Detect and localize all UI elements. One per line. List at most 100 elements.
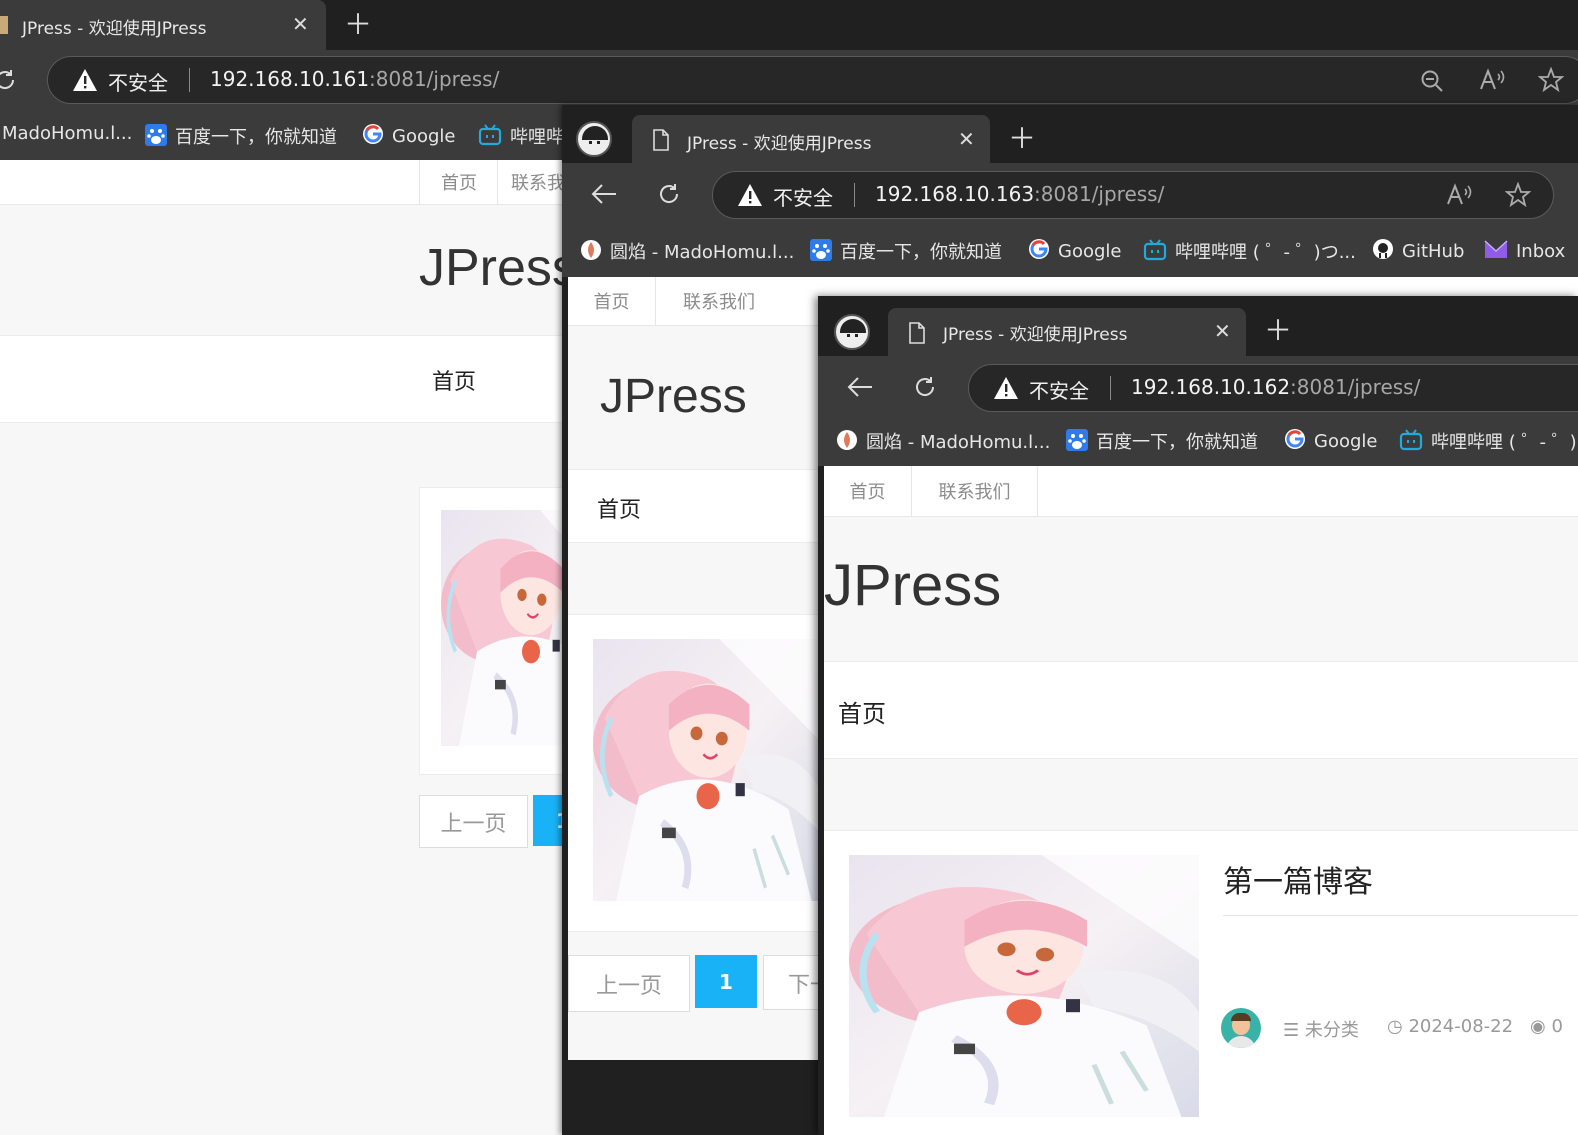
address-bar[interactable]: 不安全 192.168.10.161:8081/jpress/ xyxy=(47,56,1578,104)
back-icon[interactable] xyxy=(590,182,618,206)
bookmark-item[interactable]: 哔哩哔哩 ( ゜- ゜) xyxy=(1399,428,1577,454)
nav-home[interactable]: 首页 xyxy=(432,364,476,396)
reload-icon[interactable] xyxy=(0,67,18,93)
pager-prev-label: 上一页 xyxy=(595,973,662,999)
bookmark-item[interactable]: 圆焰 - MadoHomu.l... xyxy=(580,238,794,264)
address-bar[interactable]: 不安全 192.168.10.162:8081/jpress/ xyxy=(968,364,1578,412)
site-brand[interactable]: JPress xyxy=(419,238,578,298)
bookmark-item[interactable]: Inbox xyxy=(1484,238,1565,262)
warning-icon xyxy=(73,69,97,91)
topnav-home[interactable]: 首页 xyxy=(568,277,655,325)
bilibili-icon xyxy=(1399,429,1423,451)
tab-strip: JPress - 欢迎使用JPress ✕ ＋ xyxy=(562,105,1578,163)
bookmark-item[interactable]: 哔哩哔哩 ( ゜- ゜)つ... xyxy=(1143,238,1356,264)
bookmark-label: Google xyxy=(392,126,456,147)
warning-icon xyxy=(738,184,762,206)
pager-current-label: 1 xyxy=(719,969,733,994)
favorite-star-icon[interactable] xyxy=(1538,67,1564,93)
read-aloud-icon[interactable] xyxy=(1445,183,1473,207)
url-path: :8081/jpress/ xyxy=(1034,182,1165,206)
clock-icon: ◷ xyxy=(1387,1016,1403,1037)
page-content: 首页 联系我们 JPress 首页 第一篇博客 ☰ 未分类 ◷ 2024-08-… xyxy=(824,466,1578,1135)
pager-prev[interactable]: 上一页 xyxy=(419,795,528,848)
bookmark-label: 哔哩哔 xyxy=(510,127,564,148)
topnav-home[interactable]: 首页 xyxy=(419,160,498,204)
bookmark-item[interactable]: Google xyxy=(1284,428,1377,452)
bookmark-label: 哔哩哔哩 ( ゜- ゜) xyxy=(1431,432,1577,453)
bookmark-label: 百度一下，你就知道 xyxy=(840,242,1002,263)
bookmark-item[interactable]: Google xyxy=(362,123,455,147)
nav-home[interactable]: 首页 xyxy=(838,694,886,729)
bookmark-item[interactable]: 百度一下，你就知道 xyxy=(810,238,1002,264)
category-icon: ☰ xyxy=(1283,1020,1300,1041)
topnav-contact-label: 联系我 xyxy=(511,173,565,194)
site-brand[interactable]: JPress xyxy=(824,552,1001,619)
pager-current[interactable]: 1 xyxy=(695,955,757,1008)
bookmark-item[interactable]: 圆焰 - MadoHomu.l... xyxy=(836,428,1050,454)
main-nav: 首页 xyxy=(824,661,1578,759)
reload-icon[interactable] xyxy=(656,181,682,207)
new-tab-icon[interactable]: ＋ xyxy=(1008,125,1036,153)
url-host: 192.168.10.161 xyxy=(210,67,370,91)
new-tab-icon[interactable]: ＋ xyxy=(1264,317,1292,345)
address-bar[interactable]: 不安全 192.168.10.163:8081/jpress/ xyxy=(712,171,1554,219)
back-icon[interactable] xyxy=(846,375,874,399)
author-avatar[interactable] xyxy=(1221,1008,1261,1048)
new-tab-icon[interactable]: ＋ xyxy=(344,11,372,39)
bookmark-item[interactable]: 哔哩哔 xyxy=(478,123,564,149)
close-tab-icon[interactable]: ✕ xyxy=(958,127,975,151)
topnav-home-label: 首页 xyxy=(849,482,886,503)
topnav-home[interactable]: 首页 xyxy=(824,466,911,516)
post-card[interactable]: 第一篇博客 ☰ 未分类 ◷ 2024-08-22 ◉ 0 xyxy=(824,830,1578,1135)
url-separator xyxy=(189,68,190,92)
close-tab-icon[interactable]: ✕ xyxy=(292,12,309,36)
post-card[interactable] xyxy=(568,614,829,932)
topnav-contact[interactable]: 联系我们 xyxy=(655,277,782,325)
browser-tab[interactable]: JPress - 欢迎使用JPress ✕ xyxy=(888,308,1246,356)
tab-title: JPress - 欢迎使用JPress xyxy=(943,325,1128,345)
reload-icon[interactable] xyxy=(912,374,938,400)
profile-avatar[interactable] xyxy=(576,121,612,157)
pager-prev-label: 上一页 xyxy=(440,811,507,837)
topnav-home-label: 首页 xyxy=(593,292,630,313)
pager-prev[interactable]: 上一页 xyxy=(568,955,690,1012)
bookmark-label: 百度一下，你就知道 xyxy=(175,127,337,148)
site-brand[interactable]: JPress xyxy=(600,369,747,424)
nav-home[interactable]: 首页 xyxy=(597,492,641,524)
baidu-icon xyxy=(145,124,167,146)
bookmark-item[interactable]: MadoHomu.l... xyxy=(2,123,132,144)
favicon-icon xyxy=(0,16,8,34)
eye-icon: ◉ xyxy=(1530,1016,1546,1037)
tab-strip: JPress - 欢迎使用JPress ✕ ＋ xyxy=(818,296,1578,356)
url-path: :8081/jpress/ xyxy=(369,67,500,91)
url-text[interactable]: 192.168.10.163:8081/jpress/ xyxy=(875,182,1164,206)
close-tab-icon[interactable]: ✕ xyxy=(1214,319,1231,343)
warning-icon xyxy=(994,377,1018,399)
toolbar: 不安全 192.168.10.163:8081/jpress/ xyxy=(562,163,1578,225)
bookmark-label: Google xyxy=(1058,241,1122,262)
url-text[interactable]: 192.168.10.162:8081/jpress/ xyxy=(1131,375,1420,399)
bookmark-label: 圆焰 - MadoHomu.l... xyxy=(866,432,1051,453)
top-nav: 首页 联系我们 xyxy=(824,466,1578,517)
bookmark-label: 圆焰 - MadoHomu.l... xyxy=(610,242,795,263)
bookmark-item[interactable]: GitHub xyxy=(1372,238,1464,262)
url-text[interactable]: 192.168.10.161:8081/jpress/ xyxy=(210,67,499,91)
bookmark-item[interactable]: Google xyxy=(1028,238,1121,262)
browser-tab[interactable]: JPress - 欢迎使用JPress ✕ xyxy=(632,115,990,163)
post-date-label: 2024-08-22 xyxy=(1408,1016,1514,1037)
read-aloud-icon[interactable] xyxy=(1478,68,1506,92)
bookmark-item[interactable]: 百度一下，你就知道 xyxy=(1066,428,1258,454)
bookmark-label: 哔哩哔哩 ( ゜- ゜)つ... xyxy=(1175,242,1356,263)
post-category-label: 未分类 xyxy=(1304,1020,1359,1041)
browser-tab[interactable]: JPress - 欢迎使用JPress ✕ xyxy=(0,0,326,50)
bookmarks-bar: 圆焰 - MadoHomu.l... 百度一下，你就知道 Google 哔哩哔哩… xyxy=(562,225,1578,277)
bookmark-item[interactable]: 百度一下，你就知道 xyxy=(145,123,337,149)
topnav-contact[interactable]: 联系我们 xyxy=(911,466,1038,516)
post-thumbnail[interactable] xyxy=(849,855,1199,1117)
post-title[interactable]: 第一篇博客 xyxy=(1223,857,1373,901)
favorite-star-icon[interactable] xyxy=(1505,182,1531,208)
profile-avatar[interactable] xyxy=(834,314,870,350)
post-thumbnail[interactable] xyxy=(593,639,823,901)
zoom-out-icon[interactable] xyxy=(1420,69,1444,93)
post-category[interactable]: ☰ 未分类 xyxy=(1283,1016,1359,1042)
